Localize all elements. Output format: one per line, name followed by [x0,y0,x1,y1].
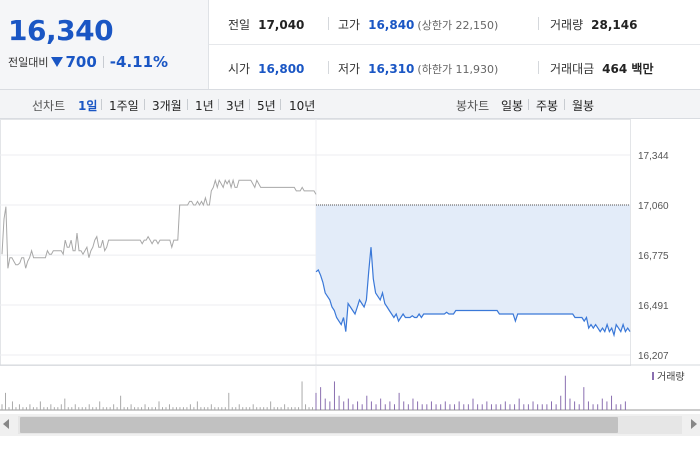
stat-high: 고가 16,840 (상한가 22,150) [338,16,498,33]
period-1y[interactable]: 1년 [195,97,214,114]
change-row: 전일대비 700 -4.11% [8,53,168,71]
y-tick-label: 17,344 [638,151,669,162]
toolbar-divider [187,99,188,110]
period-1w[interactable]: 1주일 [109,97,139,114]
scroll-right-icon[interactable] [691,419,697,429]
stat-value: 16,310 [368,62,415,76]
period-1d[interactable]: 1일 [78,97,97,114]
stat-label: 시가 [228,62,251,76]
scroll-left-icon[interactable] [3,419,9,429]
current-price-box: 16,340 전일대비 700 -4.11% [0,0,209,89]
stat-sub: (상한가 22,150) [417,19,499,32]
stat-divider [328,17,329,30]
candle-monthly[interactable]: 월봉 [572,97,594,114]
volume-legend-swatch [652,372,654,380]
stats-row-divider [209,44,700,45]
stat-low: 저가 16,310 (하한가 11,930) [338,60,498,77]
toolbar-divider [528,99,529,110]
y-tick-label: 16,775 [638,251,669,262]
volume-legend-label: 거래량 [657,371,685,383]
stat-label: 거래대금 [550,62,595,76]
triangle-down-icon [51,57,64,67]
current-price: 16,340 [8,14,114,47]
stat-label: 저가 [338,62,361,76]
stat-value: 28,146 [591,18,638,32]
toolbar-divider [564,99,565,110]
candle-chart-label: 봉차트 [456,99,490,113]
price-chart-svg: 17,344 17,060 16,775 16,491 16,207 거래량 [0,119,700,411]
toolbar-divider [280,99,281,110]
line-chart-label: 선차트 [32,99,66,113]
stat-divider [538,17,539,30]
scroll-thumb[interactable] [20,417,618,433]
stat-divider [328,61,329,74]
stat-label: 거래량 [550,18,584,32]
period-3m[interactable]: 3개월 [152,97,182,114]
stat-volume: 거래량 28,146 [550,16,637,33]
today-area [316,205,630,336]
toolbar-divider [144,99,145,110]
stat-prev-close: 전일 17,040 [228,16,304,33]
quote-header: 16,340 전일대비 700 -4.11% 전일 17,040 고가 16,840… [0,0,700,90]
chart-toolbar: 선차트 1일 1주일 3개월 1년 3년 5년 10년 봉차트 일봉 주봉 월봉 [0,90,700,119]
stat-value: 16,800 [258,62,305,76]
change-label: 전일대비 [8,56,49,69]
candle-weekly[interactable]: 주봉 [536,97,558,114]
y-tick-label: 17,060 [638,201,669,212]
y-tick-label: 16,491 [638,301,669,312]
period-10y[interactable]: 10년 [289,97,315,114]
stat-value: 16,840 [368,18,415,32]
stat-label: 고가 [338,18,361,32]
toolbar-divider [218,99,219,110]
stat-open: 시가 16,800 [228,60,304,77]
stat-trade-value: 거래대금 464 백만 [550,60,653,77]
stat-sub: (하한가 11,930) [417,63,499,76]
change-amount: 700 [65,53,97,71]
period-5y[interactable]: 5년 [257,97,276,114]
toolbar-divider [249,99,250,110]
y-tick-label: 16,207 [638,351,669,362]
stat-label: 전일 [228,18,251,32]
stat-value: 17,040 [258,18,305,32]
period-3y[interactable]: 3년 [226,97,245,114]
change-percent: -4.11% [109,53,169,71]
price-chart: 17,344 17,060 16,775 16,491 16,207 거래량 [0,119,700,411]
stat-divider [538,61,539,74]
horizontal-scrollbar[interactable] [0,414,700,436]
stat-value: 464 백만 [602,62,654,76]
toolbar-divider [101,99,102,110]
change-divider [102,56,104,68]
candle-daily[interactable]: 일봉 [501,97,523,114]
